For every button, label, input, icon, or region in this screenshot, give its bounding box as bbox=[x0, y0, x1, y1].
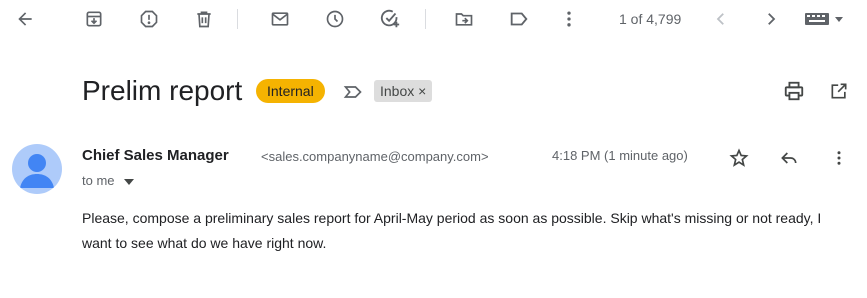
report-spam-icon[interactable] bbox=[135, 5, 163, 33]
email-subject: Prelim report bbox=[82, 75, 243, 106]
folder-chip-remove-icon[interactable]: × bbox=[418, 83, 426, 99]
toolbar-divider bbox=[425, 9, 426, 29]
back-arrow-icon[interactable] bbox=[11, 5, 39, 33]
sender-name[interactable]: Chief Sales Manager bbox=[82, 147, 229, 164]
pagination-count: 1 of 4,799 bbox=[619, 11, 682, 27]
folder-chip-label: Inbox bbox=[380, 83, 415, 99]
importance-marker-icon[interactable] bbox=[342, 82, 364, 102]
delete-icon[interactable] bbox=[190, 5, 218, 33]
reply-icon[interactable] bbox=[777, 146, 801, 170]
older-chevron-right-icon[interactable] bbox=[757, 5, 785, 33]
snooze-icon[interactable] bbox=[321, 5, 349, 33]
archive-icon[interactable] bbox=[80, 5, 108, 33]
open-in-new-window-icon[interactable] bbox=[826, 78, 852, 104]
newer-chevron-left-icon[interactable] bbox=[707, 5, 735, 33]
folder-chip-inbox[interactable]: Inbox × bbox=[374, 80, 433, 102]
message-more-vert-icon[interactable] bbox=[828, 146, 850, 170]
move-to-icon[interactable] bbox=[450, 5, 478, 33]
label-chip-internal[interactable]: Internal bbox=[256, 79, 325, 103]
email-body: Please, compose a preliminary sales repo… bbox=[82, 210, 822, 251]
mark-unread-icon[interactable] bbox=[266, 5, 294, 33]
keyboard-icon[interactable] bbox=[805, 9, 849, 29]
recipient-label: to me bbox=[82, 173, 115, 188]
toolbar-divider bbox=[237, 9, 238, 29]
add-task-icon[interactable] bbox=[376, 5, 404, 33]
label-icon[interactable] bbox=[505, 5, 533, 33]
recipient-details-toggle[interactable]: to me bbox=[82, 173, 135, 188]
sender-email: <sales.companyname@company.com> bbox=[261, 149, 489, 164]
email-timestamp: 4:18 PM (1 minute ago) bbox=[552, 148, 688, 163]
sender-avatar[interactable] bbox=[12, 144, 62, 194]
chevron-down-icon bbox=[124, 178, 135, 185]
print-icon[interactable] bbox=[781, 78, 807, 104]
more-vert-icon[interactable] bbox=[555, 5, 583, 33]
star-icon[interactable] bbox=[727, 146, 751, 170]
